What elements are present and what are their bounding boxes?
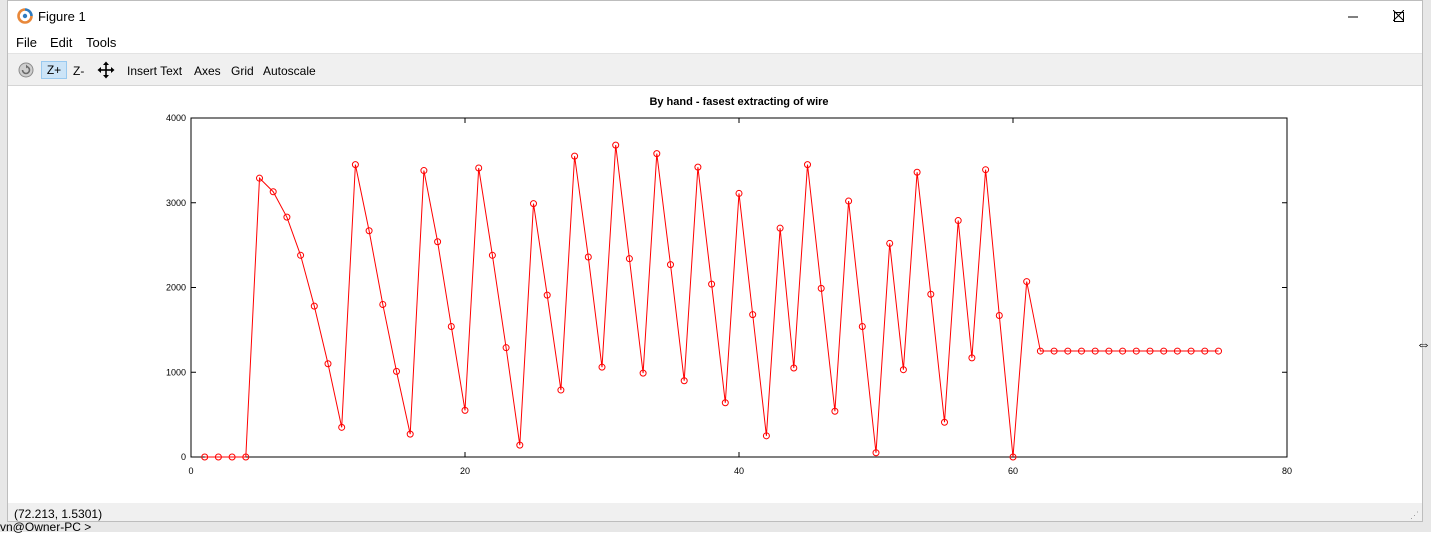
- y-tick-label: 1000: [166, 367, 186, 377]
- close-icon: [1392, 10, 1404, 21]
- menu-file[interactable]: File: [16, 35, 37, 50]
- y-tick-label: 2000: [166, 283, 186, 293]
- octave-logo-icon: [17, 8, 33, 24]
- resize-cursor-icon: ⇔: [1416, 336, 1431, 353]
- chart-title: By hand - fasest extracting of wire: [649, 96, 828, 108]
- figure-toolbar: Z+ Z- Insert Text Axes Grid Autoscale: [8, 53, 1422, 86]
- zoom-in-button[interactable]: Z+: [41, 61, 67, 79]
- x-tick-label: 40: [734, 466, 744, 476]
- resize-grip-icon[interactable]: ⋰: [1410, 510, 1419, 521]
- title-bar[interactable]: Figure 1: [8, 1, 1422, 32]
- x-tick-label: 80: [1282, 466, 1292, 476]
- grid-button[interactable]: Grid: [231, 64, 254, 78]
- rotate-icon[interactable]: [17, 61, 35, 79]
- line-chart[interactable]: By hand - fasest extracting of wire 0 20 40…: [8, 86, 1422, 503]
- x-tick-label: 0: [188, 466, 193, 476]
- menu-edit[interactable]: Edit: [50, 35, 72, 50]
- y-tick-label: 4000: [166, 113, 186, 123]
- status-bar: (72.213, 1.5301) ⋰: [8, 503, 1422, 521]
- zoom-out-button[interactable]: Z-: [73, 64, 84, 78]
- x-tick-label: 20: [460, 466, 470, 476]
- pan-icon[interactable]: [97, 61, 115, 79]
- y-tick-label: 3000: [166, 198, 186, 208]
- x-tick-label: 60: [1008, 466, 1018, 476]
- figure-window: Figure 1 File Edit Tools Z+ Z- Insert Te…: [7, 0, 1423, 522]
- insert-text-button[interactable]: Insert Text: [127, 64, 182, 78]
- window-title: Figure 1: [38, 9, 86, 24]
- cursor-coordinates: (72.213, 1.5301): [14, 507, 103, 521]
- axes-button[interactable]: Axes: [194, 64, 221, 78]
- series-line: [204, 145, 1219, 458]
- menu-bar: File Edit Tools: [8, 32, 1422, 53]
- close-button[interactable]: [1375, 0, 1421, 31]
- menu-tools[interactable]: Tools: [86, 35, 116, 50]
- y-tick-label: 0: [181, 452, 186, 462]
- autoscale-button[interactable]: Autoscale: [263, 64, 316, 78]
- plot-canvas[interactable]: By hand - fasest extracting of wire 0 20 40…: [8, 86, 1422, 503]
